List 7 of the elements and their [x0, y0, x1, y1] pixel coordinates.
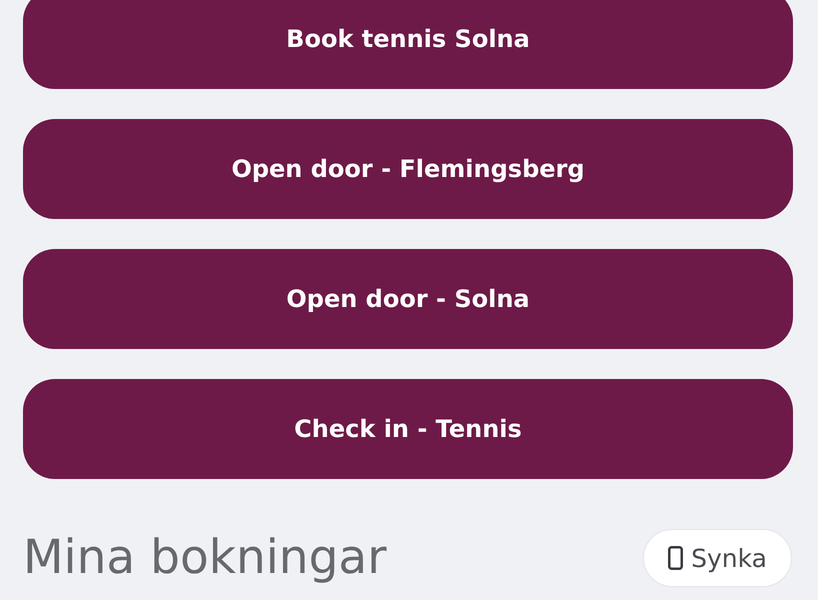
phone-icon — [668, 546, 684, 570]
action-button[interactable]: Check in - Tennis — [23, 379, 793, 479]
action-button[interactable]: Open door - Flemingsberg — [23, 119, 793, 219]
action-button[interactable]: Book tennis Solna — [23, 0, 793, 89]
sync-button[interactable]: Synka — [643, 529, 792, 587]
section-title: Mina bokningar — [23, 530, 387, 586]
action-button[interactable]: Open door - Solna — [23, 249, 793, 349]
